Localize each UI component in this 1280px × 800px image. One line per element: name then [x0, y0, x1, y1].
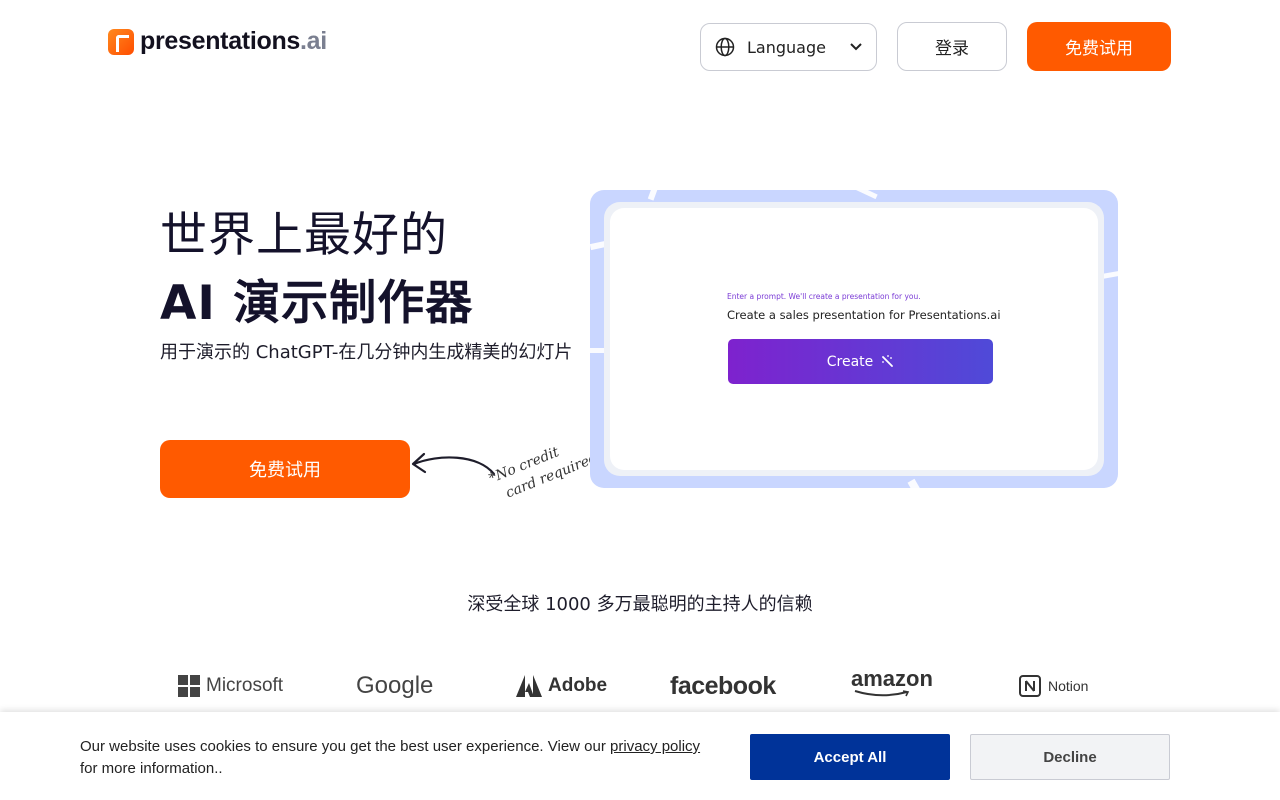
logo[interactable]: presentations.ai [108, 27, 327, 56]
customer-logos: Microsoft Google Adobe facebook amazon N… [0, 668, 1280, 704]
microsoft-logo: Microsoft [178, 668, 283, 704]
decline-button[interactable]: Decline [970, 734, 1170, 780]
notion-icon [1019, 675, 1041, 697]
cookie-banner: Our website uses cookies to ensure you g… [0, 712, 1280, 800]
free-trial-button-header[interactable]: 免费试用 [1027, 22, 1171, 71]
privacy-policy-link[interactable]: privacy policy [610, 738, 700, 755]
hero-subtitle: 用于演示的 ChatGPT-在几分钟内生成精美的幻灯片 [160, 342, 573, 363]
adobe-icon [516, 675, 542, 697]
logo-mark-icon [108, 28, 134, 55]
notion-logo: Notion [1018, 668, 1088, 704]
language-select[interactable]: Language [700, 23, 877, 71]
free-trial-button-hero[interactable]: 免费试用 [160, 440, 410, 498]
adobe-logo: Adobe [516, 668, 607, 704]
google-logo: Google [356, 672, 434, 699]
trust-statement: 深受全球 1000 多万最聪明的主持人的信赖 [467, 594, 813, 615]
create-button[interactable]: Create [728, 339, 993, 384]
amazon-logo: amazon [851, 668, 933, 704]
language-label: Language [747, 37, 826, 57]
product-preview: Enter a prompt. We'll create a presentat… [590, 190, 1118, 488]
prompt-input[interactable]: Create a sales presentation for Presenta… [727, 308, 1001, 322]
facebook-logo: facebook [670, 671, 776, 700]
login-button[interactable]: 登录 [897, 22, 1007, 71]
chevron-down-icon [850, 43, 862, 51]
magic-wand-icon [882, 355, 894, 367]
hero-title-line1: 世界上最好的 [160, 208, 448, 263]
globe-icon [715, 37, 735, 57]
create-label: Create [826, 353, 874, 370]
microsoft-icon [178, 675, 200, 697]
prompt-card: Enter a prompt. We'll create a presentat… [610, 208, 1098, 470]
no-credit-card-note: *No credit card required [486, 444, 601, 502]
arrow-icon [411, 452, 496, 476]
prompt-hint: Enter a prompt. We'll create a presentat… [727, 292, 921, 301]
logo-text: presentations.ai [140, 27, 327, 55]
accept-all-button[interactable]: Accept All [750, 734, 950, 780]
amazon-smile-icon [854, 690, 910, 697]
hero-title-line2: AI 演示制作器 [160, 276, 474, 331]
cookie-message: Our website uses cookies to ensure you g… [80, 738, 701, 777]
